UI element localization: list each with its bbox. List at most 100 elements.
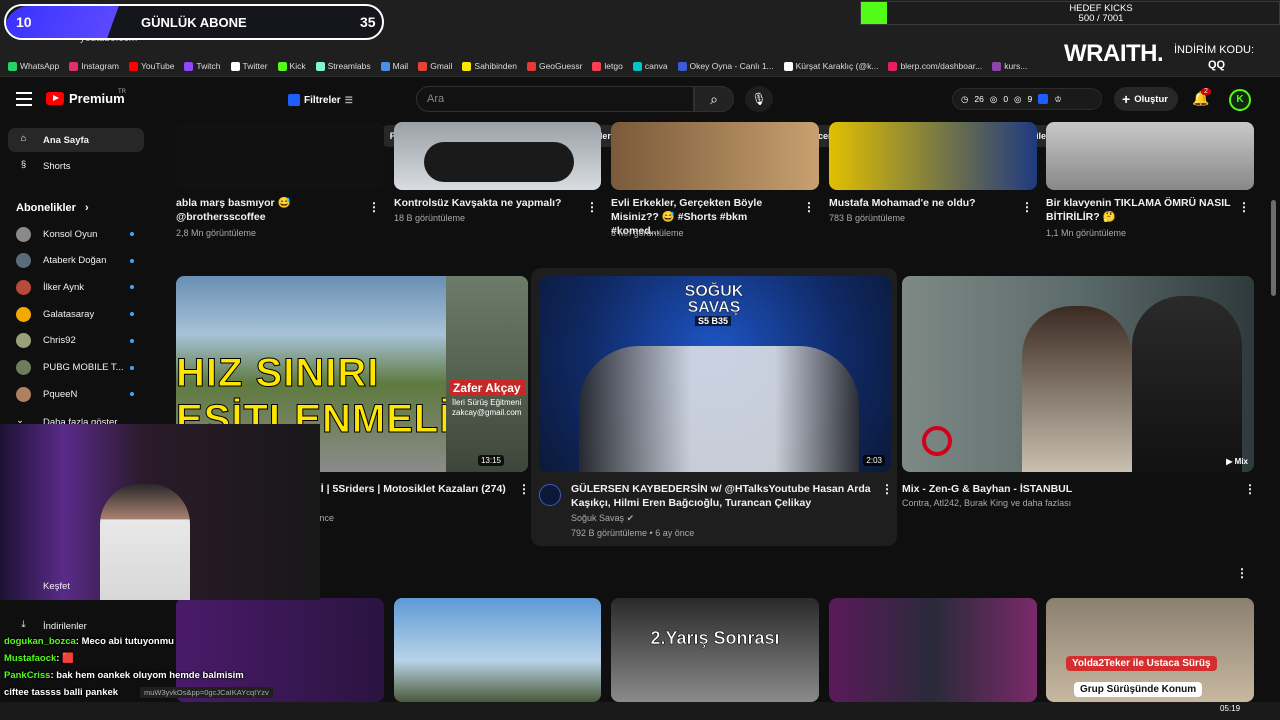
bookmark-item[interactable]: Twitch [184, 61, 221, 71]
video-title[interactable]: abla marş basmıyor 😅 @brothersscoffee [176, 196, 361, 224]
more-options-icon[interactable]: ⋮ [881, 482, 893, 496]
search-button[interactable]: ⌕ [694, 86, 734, 112]
presenter-email: zakcay@gmail.com [452, 408, 522, 417]
stat-b: 0 [1003, 94, 1009, 104]
shorts-more-options-icon[interactable]: ⋮ [1236, 566, 1248, 580]
sidebar-item-subscription[interactable]: Konsol Oyun [8, 222, 144, 246]
bookmark-favicon-icon [526, 61, 536, 71]
new-content-dot [130, 232, 134, 236]
channel-avatar[interactable] [539, 484, 561, 506]
search-input[interactable]: Ara [416, 86, 694, 112]
bookmark-label: letgo [604, 61, 623, 71]
video-title[interactable]: GÜLERSEN KAYBEDERSİN w/ @HTalksYoutube H… [571, 482, 871, 510]
bookmark-item[interactable]: Sahibinden [462, 61, 517, 71]
page-scrollbar[interactable] [1271, 200, 1276, 296]
bookmark-item[interactable]: Okey Oyna - Canlı 1... [677, 61, 774, 71]
bookmark-item[interactable]: canva [632, 61, 668, 71]
video-thumbnail[interactable] [176, 122, 384, 190]
bookmark-label: Streamlabs [327, 61, 371, 71]
bookmark-item[interactable]: Twitter [230, 61, 268, 71]
bookmark-item[interactable]: Mail [380, 61, 408, 71]
subscriptions-heading[interactable]: Abonelikler › [16, 202, 89, 214]
new-content-dot [130, 285, 134, 290]
bookmark-item[interactable]: Kick [277, 61, 306, 71]
sidebar-item-subscription[interactable]: Ataberk Doğan [8, 249, 144, 273]
short-thumbnail[interactable] [394, 598, 601, 702]
more-options-icon[interactable]: ⋮ [803, 200, 815, 214]
more-options-icon[interactable]: ⋮ [1021, 200, 1033, 214]
sidebar-item-explore[interactable]: Keşfet [8, 574, 144, 598]
new-content-dot [130, 392, 134, 397]
bookmark-item[interactable]: YouTube [129, 61, 174, 71]
bookmark-item[interactable]: Streamlabs [315, 61, 371, 71]
sidebar-item-label: Ataberk Doğan [43, 255, 107, 267]
more-options-icon[interactable]: ⋮ [1238, 200, 1250, 214]
sidebar-item-subscription[interactable]: Galatasaray [8, 302, 144, 326]
video-title[interactable]: Mix - Zen-G & Bayhan - İSTANBUL [902, 482, 1232, 496]
avatar[interactable]: K [1229, 89, 1251, 111]
short-thumbnail[interactable]: 2.Yarış Sonrası [611, 598, 819, 702]
bookmark-label: Twitch [196, 61, 221, 71]
people-group [579, 346, 859, 472]
sidebar-item-label: İlker Aynk [43, 281, 85, 293]
sidebar-item-subscription[interactable]: PqueeN [8, 382, 144, 406]
bookmark-item[interactable]: Instagram [69, 61, 119, 71]
sub-goal-title: GÜNLÜK ABONE [141, 15, 247, 30]
hamburger-menu-icon[interactable] [16, 92, 32, 106]
short-thumbnail[interactable]: Yolda2Teker ile Ustaca Sürüş Grup Sürüşü… [1046, 598, 1254, 702]
video-title[interactable]: Kontrolsüz Kavşakta ne yapmalı? [394, 196, 579, 210]
bookmark-item[interactable]: blerp.com/dashboar... [888, 61, 982, 71]
channel-name[interactable]: Soğuk Savaş ✔ [571, 513, 634, 524]
bookmark-item[interactable]: GeoGuessr [526, 61, 582, 71]
kick-goal-overlay: HEDEF KICKS 500 / 7001 [860, 1, 1280, 25]
bookmark-item[interactable]: letgo [592, 61, 623, 71]
video-thumbnail[interactable] [1046, 122, 1254, 190]
video-thumbnail[interactable] [829, 122, 1037, 190]
thumb-overlay-text: Yolda2Teker ile Ustaca Sürüş [1066, 656, 1217, 671]
sidebar-item-downloads[interactable]: ⤓ İndirilenler [8, 614, 144, 638]
extension-stats[interactable]: ◷ 26 ◎ 0 ◎ 9 ♔ [952, 88, 1102, 110]
filters-button[interactable]: Filtreler ☰ [288, 90, 353, 110]
bookmark-item[interactable]: Kürşat Karaklıç (@k... [783, 61, 878, 71]
video-title[interactable]: ...İ | 5Sriders | Motosiklet Kazaları (2… [312, 482, 512, 496]
trophy-icon: ♔ [1054, 93, 1062, 104]
youtube-logo[interactable]: Premium [46, 91, 125, 106]
more-options-icon[interactable]: ⋮ [518, 482, 530, 496]
bookmark-label: Instagram [81, 61, 120, 71]
chat-text: : bak hem oankek oluyom hemde balmisim [50, 670, 244, 681]
video-thumbnail[interactable] [611, 122, 819, 190]
bookmark-item[interactable]: kurs... [992, 61, 1027, 71]
daily-sub-goal-overlay: 10 GÜNLÜK ABONE 35 [4, 4, 384, 40]
sidebar-item-subscription[interactable]: Chris92 [8, 329, 144, 353]
video-thumbnail[interactable] [394, 122, 601, 190]
channel-avatar [16, 253, 31, 269]
sidebar-item-subscription[interactable]: PUBG MOBILE T... [8, 356, 144, 380]
bookmark-favicon-icon [783, 61, 793, 71]
motorcycle-shape [424, 142, 574, 182]
sliders-icon: ☰ [344, 94, 353, 105]
bookmark-item[interactable]: Gmail [418, 61, 452, 71]
video-thumbnail-soguk-savas[interactable]: SOĞUK SAVAŞ S5 B35 2:03 [539, 276, 891, 472]
video-title[interactable]: Mustafa Mohamad'e ne oldu? [829, 196, 1014, 210]
video-thumbnail-mix[interactable]: ▶ Mix [902, 276, 1254, 472]
bookmark-item[interactable]: WhatsApp [8, 61, 59, 71]
sidebar-item-shorts[interactable]: § Shorts [8, 154, 144, 178]
channel-avatar [16, 333, 31, 349]
sidebar-item-subscription[interactable]: İlker Aynk [8, 275, 144, 299]
filters-label: Filtreler [304, 94, 341, 106]
bookmark-favicon-icon [992, 61, 1002, 71]
more-options-icon[interactable]: ⋮ [1244, 482, 1256, 496]
bookmark-label: Kick [289, 61, 306, 71]
more-options-icon[interactable]: ⋮ [586, 200, 598, 214]
short-thumbnail[interactable] [829, 598, 1037, 702]
more-options-icon[interactable]: ⋮ [368, 200, 380, 214]
voice-search-button[interactable]: 🎙 [745, 86, 773, 112]
search-icon: ⌕ [710, 91, 718, 107]
subscriptions-list: Konsol Oyun Ataberk Doğan İlker Aynk Galata… [0, 222, 160, 432]
video-title[interactable]: Bir klavyenin TIKLAMA ÖMRÜ NASIL BİTİRİL… [1046, 196, 1231, 224]
channel-avatar [16, 279, 31, 295]
kick-goal-fill [861, 2, 887, 24]
sub-goal-target: 35 [360, 14, 376, 30]
sidebar-item-home[interactable]: ⌂ Ana Sayfa [8, 128, 144, 152]
create-button[interactable]: + Oluştur [1114, 87, 1178, 111]
